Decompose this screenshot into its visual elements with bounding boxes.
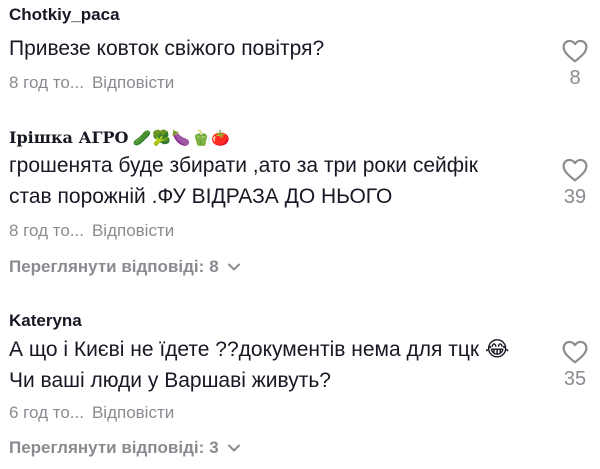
view-replies-button[interactable]: Переглянути відповіді: 8 xyxy=(9,257,241,277)
comment-meta: 6 год то... Відповісти xyxy=(9,403,174,423)
comment-text-line: грошенята буде збирати ,ато за три роки … xyxy=(9,154,478,177)
comment-time: 8 год то... xyxy=(9,221,84,240)
comment-username[interactable]: Ірішка АГРО 🥒🥦🍆🫑🍅 xyxy=(9,128,231,147)
heart-outline-icon xyxy=(562,39,588,63)
comment-text-line: став порожній .ФУ ВІДРАЗА ДО НЬОГО xyxy=(9,185,393,208)
comment-username-text: Ірішка АГРО xyxy=(9,128,129,147)
view-replies-count: 3 xyxy=(209,438,219,457)
heart-outline-icon xyxy=(562,158,588,182)
like-count: 8 xyxy=(569,67,581,89)
comment-text: грошенята буде збирати ,ато за три роки … xyxy=(9,150,539,212)
username-emoji: 🥒🥦🍆🫑🍅 xyxy=(132,129,231,147)
like-button[interactable]: 35 xyxy=(555,340,595,390)
like-button[interactable]: 8 xyxy=(555,39,595,89)
like-count: 39 xyxy=(563,186,587,208)
reply-button[interactable]: Відповісти xyxy=(92,73,174,92)
view-replies-label: Переглянути відповіді: xyxy=(9,438,205,457)
comment-meta: 8 год то... Відповісти xyxy=(9,221,174,241)
comment-time: 6 год то... xyxy=(9,403,84,422)
comment-text-line: Чи ваші люди у Варшаві живуть? xyxy=(9,369,331,392)
comment-time: 8 год то... xyxy=(9,73,84,92)
comment-text-line: А що і Києві не їдете ??документів нема … xyxy=(9,338,510,361)
comment-text: А що і Києві не їдете ??документів нема … xyxy=(9,334,539,396)
view-replies-label: Переглянути відповіді: xyxy=(9,257,205,276)
chevron-down-icon xyxy=(227,444,240,452)
heart-outline-icon xyxy=(562,340,588,364)
like-count: 35 xyxy=(563,368,587,390)
chevron-down-icon xyxy=(227,263,240,271)
reply-button[interactable]: Відповісти xyxy=(92,221,174,240)
comment-text: Привезе ковток свіжого повітря? xyxy=(9,33,539,64)
comment-username[interactable]: Kateryna xyxy=(9,311,82,331)
comment-meta: 8 год то... Відповісти xyxy=(9,73,174,93)
reply-button[interactable]: Відповісти xyxy=(92,403,174,422)
view-replies-button[interactable]: Переглянути відповіді: 3 xyxy=(9,438,241,458)
like-button[interactable]: 39 xyxy=(555,158,595,208)
view-replies-count: 8 xyxy=(209,257,219,276)
comment-username[interactable]: Chotkiy_paca xyxy=(9,5,120,25)
comment-text-line: Привезе ковток свіжого повітря? xyxy=(9,37,325,60)
